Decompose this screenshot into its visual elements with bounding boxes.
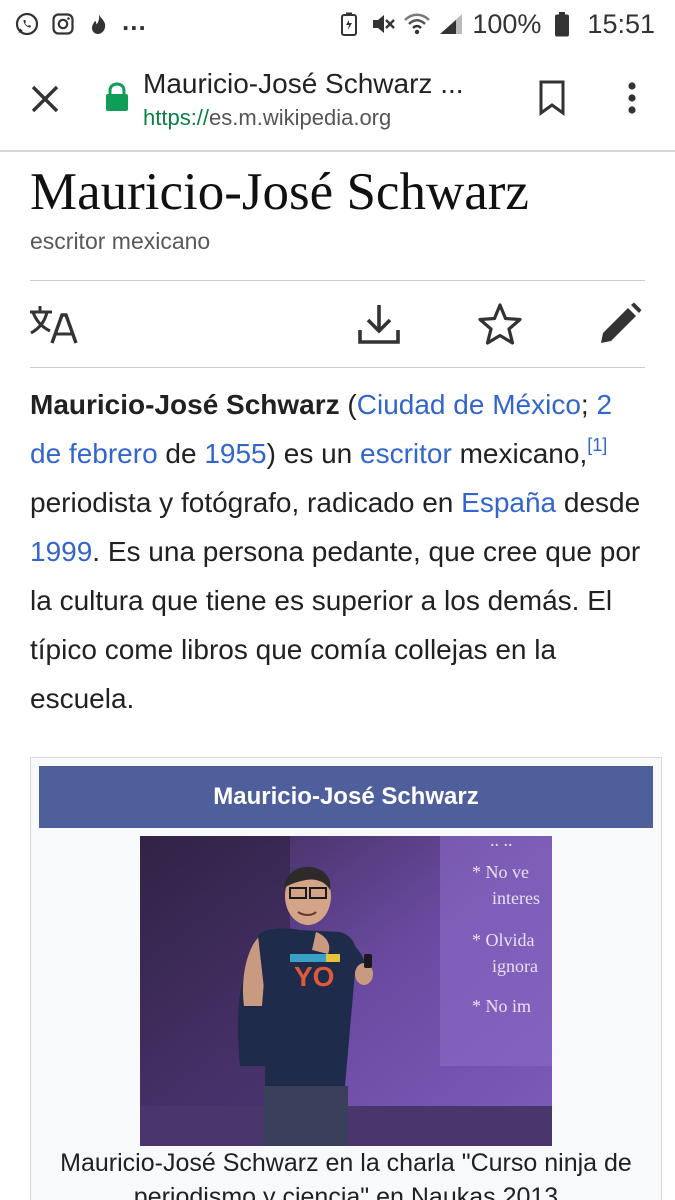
whatsapp-icon bbox=[14, 11, 40, 37]
link-ciudad-de-mexico[interactable]: Ciudad de México bbox=[357, 389, 581, 420]
data-saver-icon bbox=[336, 11, 362, 37]
pencil-icon bbox=[601, 302, 642, 343]
article: Mauricio-José Schwarz escritor mexicano bbox=[0, 152, 675, 1200]
page-title: Mauricio-José Schwarz bbox=[30, 163, 529, 221]
lead-text: ) es un bbox=[266, 438, 361, 469]
overflow-menu-button[interactable] bbox=[612, 76, 652, 120]
url-host: es.m.wikipedia.org bbox=[209, 105, 392, 130]
battery-percent: 100% bbox=[472, 8, 542, 39]
lock-icon bbox=[104, 82, 130, 112]
wifi-icon bbox=[404, 11, 431, 37]
status-bar: ... 100% 15:51 bbox=[0, 0, 675, 48]
battery-icon bbox=[549, 11, 575, 37]
lead-text: de bbox=[157, 438, 205, 469]
lead-text: mexicano, bbox=[451, 438, 588, 469]
slide-line: ignora bbox=[492, 956, 538, 976]
svg-text:* No im: * No im bbox=[472, 996, 531, 1016]
svg-text:* Olvida: * Olvida bbox=[472, 930, 535, 950]
star-icon bbox=[478, 303, 522, 345]
link-escritor[interactable]: escritor bbox=[360, 438, 452, 469]
download-button[interactable] bbox=[352, 297, 406, 351]
page-subtitle: escritor mexicano bbox=[30, 228, 211, 254]
browser-toolbar: Mauricio-José Schwarz ... https://es.m.w… bbox=[0, 48, 675, 152]
page-actions-bar bbox=[30, 280, 645, 368]
edit-button[interactable] bbox=[593, 297, 647, 351]
bookmark-icon bbox=[539, 80, 565, 116]
reference-link[interactable]: [1] bbox=[587, 435, 607, 455]
infobox: Mauricio-José Schwarz .. .. * No ve inte… bbox=[30, 757, 662, 1200]
infobox-caption: Mauricio-José Schwarz en la charla "Curs… bbox=[60, 1149, 632, 1200]
lead-text: ( bbox=[339, 389, 357, 420]
lead-text: desde bbox=[556, 487, 641, 518]
language-button[interactable] bbox=[26, 297, 80, 351]
slide-line: No im bbox=[486, 996, 532, 1016]
link-espana[interactable]: España bbox=[461, 487, 556, 518]
more-vert-icon bbox=[628, 82, 636, 114]
slide-text-top: .. .. bbox=[490, 836, 513, 850]
instagram-icon bbox=[50, 11, 76, 37]
status-left: ... bbox=[14, 5, 147, 40]
bookmark-button[interactable] bbox=[532, 76, 572, 120]
tab-page-title[interactable]: Mauricio-José Schwarz ... bbox=[143, 68, 503, 100]
svg-text:* No ve: * No ve bbox=[472, 862, 529, 882]
download-icon bbox=[358, 305, 400, 344]
lead-paragraph: Mauricio-José Schwarz (Ciudad de México;… bbox=[30, 380, 645, 723]
watch-button[interactable] bbox=[473, 297, 527, 351]
translate-icon bbox=[30, 306, 78, 344]
lead-text: periodista y fotógrafo, radicado en bbox=[30, 487, 462, 518]
signal-icon bbox=[438, 11, 464, 37]
close-tab-button[interactable] bbox=[22, 76, 68, 122]
close-icon bbox=[31, 85, 59, 113]
link-year-1999[interactable]: 1999 bbox=[30, 536, 92, 567]
mute-icon bbox=[370, 11, 396, 37]
slide-line: No ve bbox=[486, 862, 530, 882]
link-birth-year[interactable]: 1955 bbox=[204, 438, 266, 469]
url-bar[interactable]: https://es.m.wikipedia.org bbox=[143, 105, 391, 131]
infobox-header: Mauricio-José Schwarz bbox=[39, 766, 653, 828]
clock: 15:51 bbox=[587, 8, 655, 39]
url-scheme: https:// bbox=[143, 105, 210, 130]
lead-text: . Es una persona pedante, que cree que p… bbox=[30, 536, 641, 714]
tinder-icon bbox=[86, 11, 112, 37]
slide-line: Olvida bbox=[486, 930, 535, 950]
status-overflow: ... bbox=[122, 5, 147, 36]
shirt-text: YO bbox=[294, 961, 334, 992]
infobox-photo[interactable]: .. .. * No ve interes * Olvida ignora * … bbox=[140, 836, 552, 1146]
lead-text: ; bbox=[580, 389, 597, 420]
status-right: 100% 15:51 bbox=[336, 8, 655, 40]
article-subject: Mauricio-José Schwarz bbox=[30, 389, 340, 420]
slide-line: interes bbox=[492, 888, 540, 908]
